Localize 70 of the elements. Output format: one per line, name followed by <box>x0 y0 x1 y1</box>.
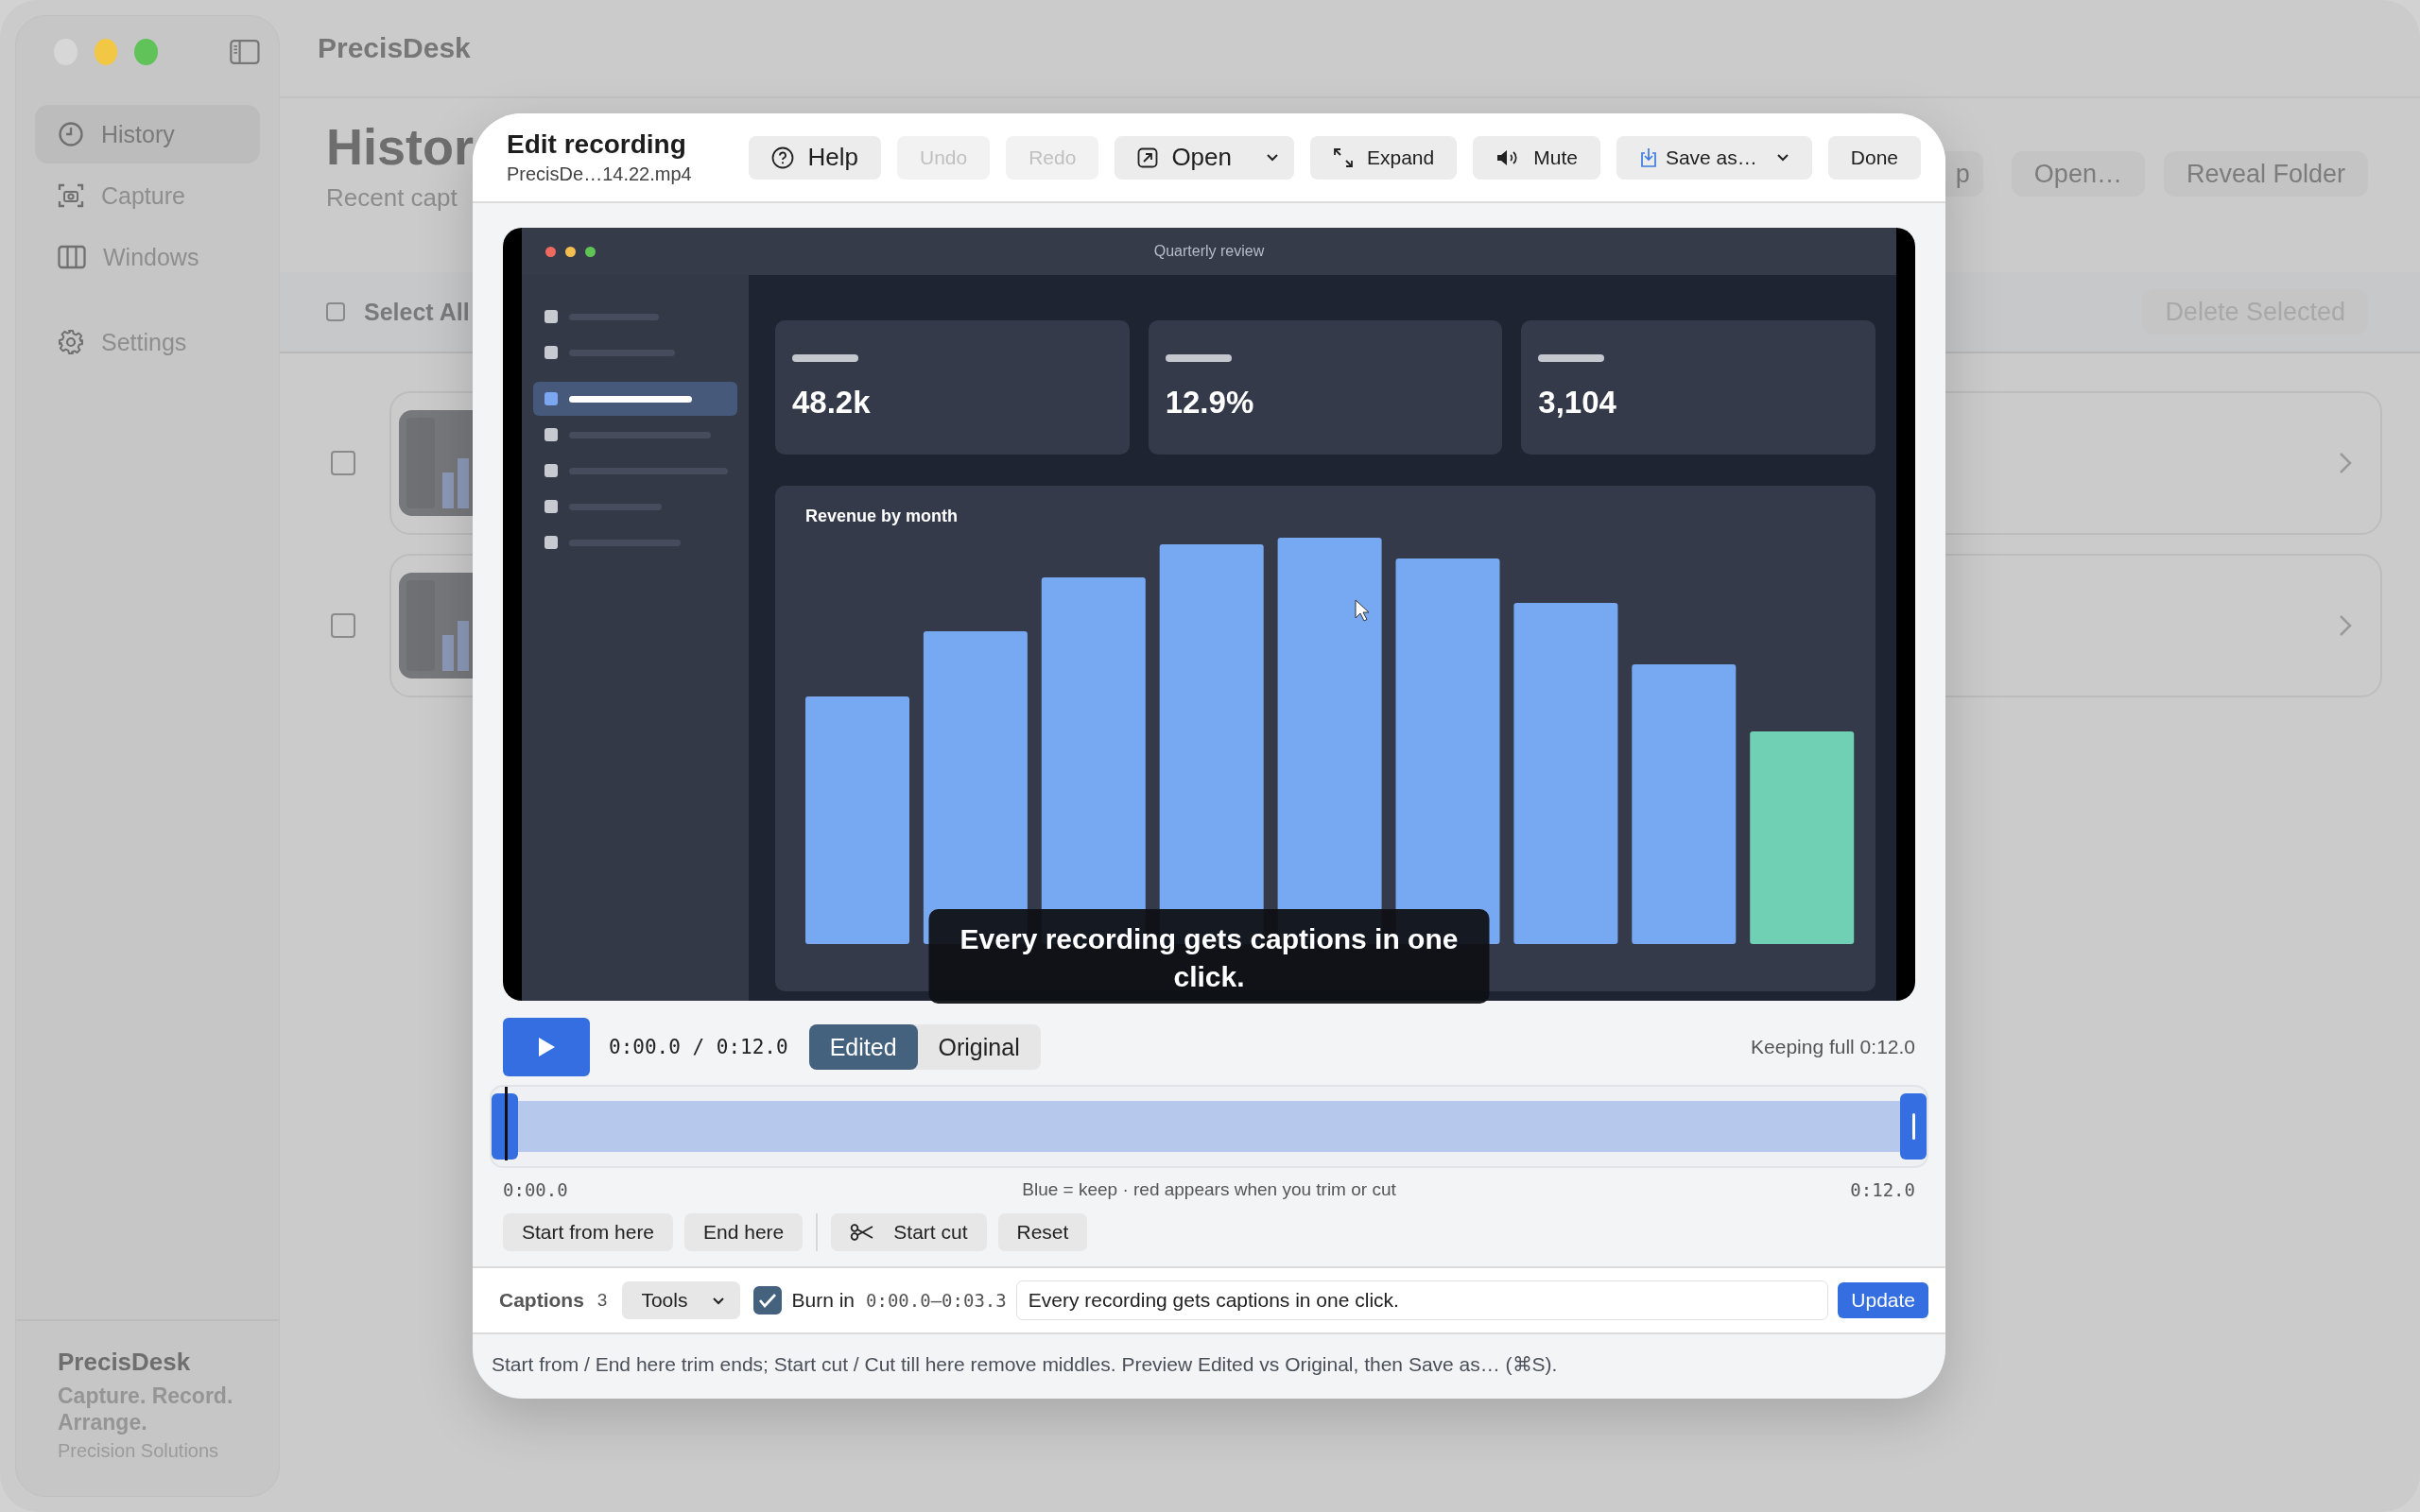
play-icon <box>537 1037 556 1057</box>
scissors-icon <box>850 1224 875 1241</box>
page-title: Histor <box>326 117 474 176</box>
caret-icon <box>712 1296 726 1305</box>
tools-dropdown[interactable]: Tools <box>622 1281 741 1319</box>
toolbar-button[interactable]: Save as… <box>1616 135 1812 180</box>
view-toggle-tab[interactable]: Original <box>917 1024 1041 1070</box>
toolbar-button[interactable]: Mute <box>1473 135 1600 180</box>
clock-icon <box>58 121 84 147</box>
label-placeholder-bar <box>1165 354 1232 362</box>
label-placeholder-bar <box>792 354 858 362</box>
chart-title: Revenue by month <box>805 507 959 526</box>
sidebar-toggle-icon[interactable] <box>230 38 260 66</box>
pointer-cursor-icon <box>1355 599 1370 622</box>
update-button[interactable]: Update <box>1838 1282 1928 1318</box>
select-all-checkbox[interactable] <box>326 302 345 321</box>
toolbar-button[interactable]: Expand <box>1310 135 1458 180</box>
stat-value: 3,104 <box>1538 385 1617 421</box>
edit-button[interactable]: Start from here <box>503 1213 674 1251</box>
stat-value: 48.2k <box>792 385 872 421</box>
edit-button[interactable]: Start cut <box>831 1213 987 1251</box>
download-icon <box>1638 146 1658 168</box>
help-icon <box>771 146 795 169</box>
caption-text-field[interactable]: Every recording gets captions in one click. <box>1015 1280 1829 1320</box>
burn-in-label: Burn in <box>791 1289 855 1312</box>
toolbar-button[interactable]: Open <box>1115 135 1294 180</box>
app-name: PrecisDesk <box>58 1347 192 1377</box>
zoom-window-button[interactable] <box>134 39 159 65</box>
window-dot <box>585 246 596 257</box>
label-placeholder-bar <box>1538 354 1605 362</box>
checkmark-icon <box>757 1292 779 1309</box>
playback-time: 0:00.0 / 0:12.0 <box>609 1036 788 1058</box>
caption-time-range: 0:00.0–0:03.3 <box>866 1290 1007 1311</box>
open-external-icon <box>1137 146 1159 168</box>
stat-value: 12.9% <box>1165 385 1255 421</box>
timeline-start-time: 0:00.0 <box>503 1179 568 1200</box>
caret-icon <box>1266 153 1279 162</box>
captions-label: Captions <box>499 1289 584 1312</box>
chevron-right-icon[interactable] <box>2339 614 2352 637</box>
window-dot <box>565 246 576 257</box>
camera-icon <box>58 182 84 209</box>
captions-count: 3 <box>596 1290 608 1311</box>
timeline-end-time: 0:12.0 <box>1850 1179 1915 1200</box>
settings-icon <box>58 329 84 355</box>
keeping-duration: Keeping full 0:12.0 <box>1751 1036 1915 1058</box>
row-checkbox[interactable] <box>331 451 355 475</box>
trim-end-handle[interactable] <box>1900 1093 1927 1160</box>
view-toggle-tab[interactable]: Edited <box>808 1024 918 1070</box>
edit-button[interactable]: End here <box>684 1213 804 1251</box>
expand-icon <box>1333 146 1354 168</box>
preview-window-title: Quarterly review <box>1153 243 1265 260</box>
window-title: PrecisDesk <box>318 32 471 64</box>
edit-button[interactable]: Reset <box>997 1213 1088 1251</box>
timeline-track[interactable] <box>490 1085 1928 1168</box>
play-button[interactable] <box>503 1018 590 1076</box>
row-checkbox[interactable] <box>331 613 355 638</box>
dialog-title: Edit recording <box>507 129 687 160</box>
burn-in-checkbox[interactable] <box>753 1286 783 1314</box>
help-hint: Start from / End here trim ends; Start cut / Cut till here remove middles. Preview Edited vs Original, then Save as… (⌘S). <box>491 1352 1559 1377</box>
file-name: PrecisDe…14.22.mp4 <box>507 163 692 185</box>
toolbar-button[interactable]: Done <box>1827 135 1921 180</box>
chevron-right-icon[interactable] <box>2339 452 2352 474</box>
page-subtitle: Recent capt <box>326 183 458 213</box>
select-all-label: Select All <box>364 298 470 326</box>
toolbar-button[interactable]: Help <box>749 135 881 180</box>
window-dot <box>545 246 556 257</box>
columns-icon <box>58 245 86 269</box>
caption-overlay: Every recording gets captions in one click. <box>928 909 1490 1004</box>
caret-icon <box>1775 153 1789 162</box>
timeline-legend: Blue = keep · red appears when you trim or cut <box>1022 1179 1396 1200</box>
